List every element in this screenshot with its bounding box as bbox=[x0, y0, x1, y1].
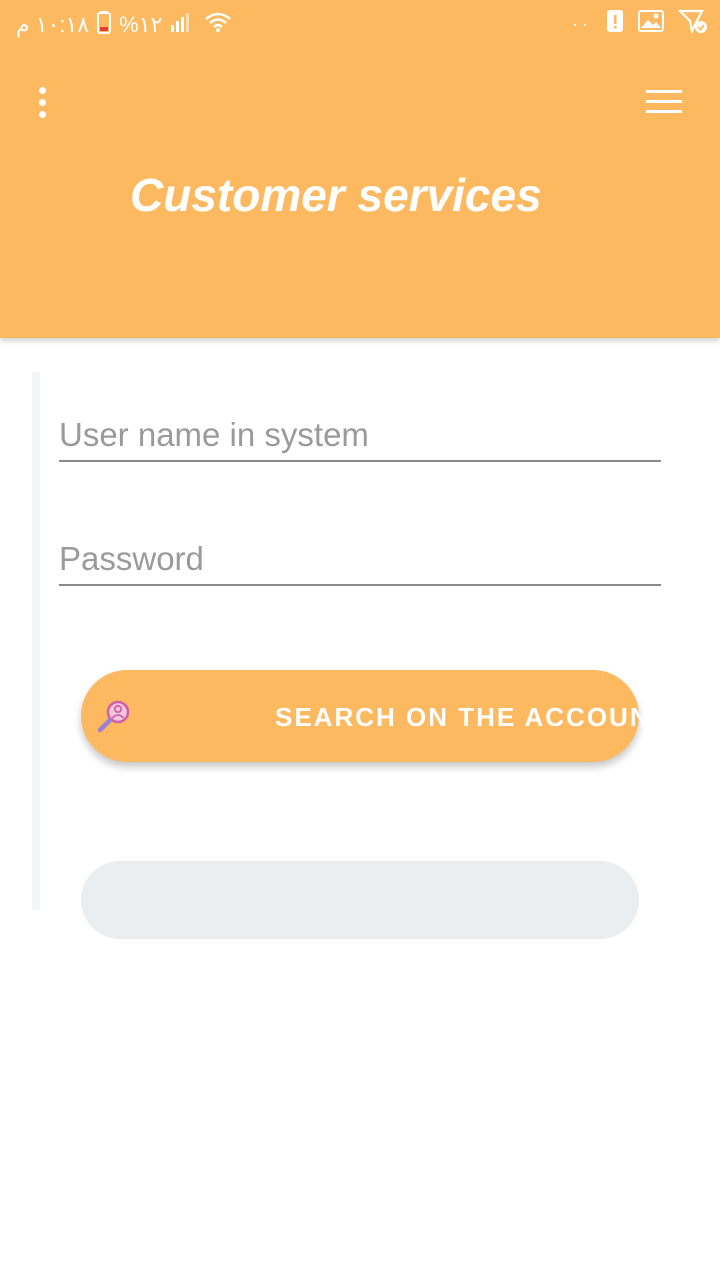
app-header: ١٠:١٨ م %١٢ ·· Customer services bbox=[0, 0, 720, 338]
more-options-button[interactable] bbox=[26, 82, 58, 122]
status-time: ١٠:١٨ م bbox=[16, 12, 90, 37]
search-person-icon bbox=[97, 698, 133, 734]
result-placeholder-pill bbox=[81, 861, 639, 939]
page-title: Customer services bbox=[130, 169, 542, 221]
search-account-button[interactable]: SEARCH ON THE ACCOUNT bbox=[81, 670, 666, 762]
password-input[interactable] bbox=[59, 540, 661, 578]
more-vert-icon bbox=[38, 86, 46, 94]
location-check-icon bbox=[677, 7, 708, 41]
hamburger-menu-button[interactable] bbox=[640, 84, 688, 118]
status-left: ١٠:١٨ م %١٢ bbox=[16, 10, 232, 40]
form-side-rail bbox=[32, 372, 40, 910]
password-field[interactable] bbox=[59, 528, 661, 586]
status-bar: ١٠:١٨ م %١٢ ·· bbox=[0, 0, 720, 50]
wifi-icon bbox=[204, 11, 232, 39]
alert-icon bbox=[606, 8, 624, 40]
status-battery: %١٢ bbox=[119, 12, 163, 37]
hamburger-menu-icon bbox=[646, 89, 682, 93]
search-account-label: SEARCH ON THE ACCOUNT bbox=[275, 702, 669, 732]
status-overflow-dots: ·· bbox=[572, 13, 592, 34]
username-field[interactable] bbox=[59, 404, 661, 462]
battery-icon bbox=[97, 10, 112, 40]
username-input[interactable] bbox=[59, 416, 661, 454]
image-icon bbox=[638, 10, 664, 38]
signal-icon bbox=[170, 11, 196, 39]
status-right: ·· bbox=[572, 8, 708, 40]
